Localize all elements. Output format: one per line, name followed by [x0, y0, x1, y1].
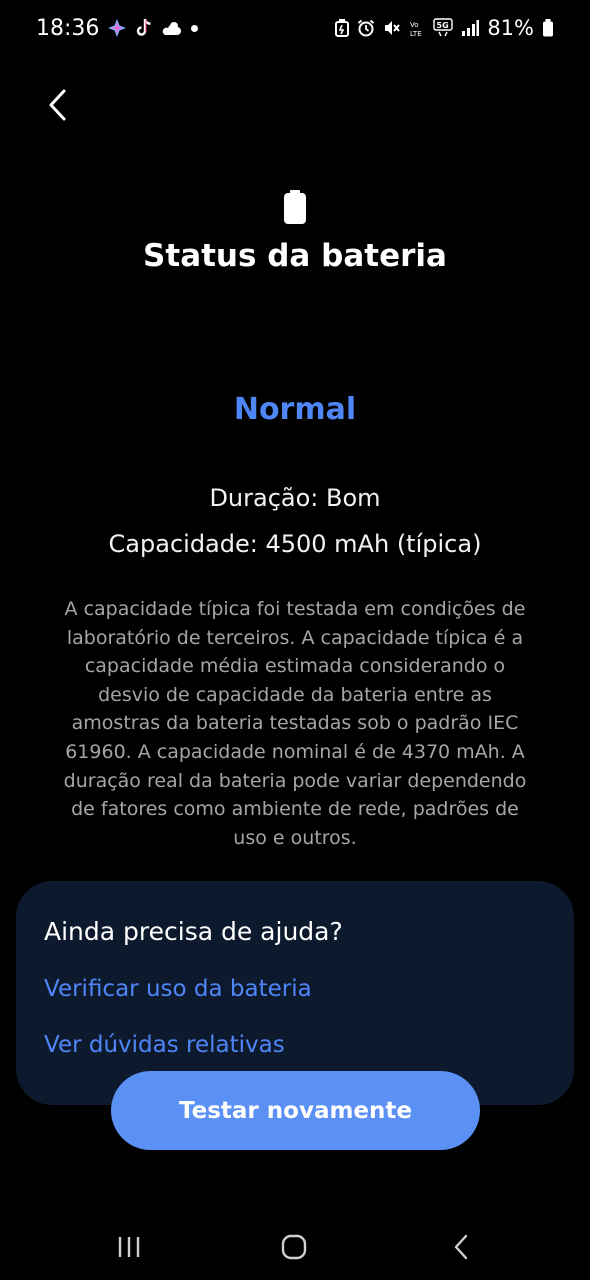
related-questions-link[interactable]: Ver dúvidas relativas	[44, 1032, 546, 1058]
sparkle-icon	[107, 18, 127, 38]
status-bar: 18:36 Vo LTE 5G 81%	[0, 0, 590, 56]
back-icon	[454, 1234, 468, 1260]
chevron-left-icon	[49, 89, 66, 121]
status-bar-left: 18:36	[36, 15, 199, 41]
battery-status-value: Normal	[233, 392, 357, 427]
battery-duration: Duração: Bom	[209, 484, 381, 512]
check-battery-usage-link[interactable]: Verificar uso da bateria	[44, 976, 546, 1002]
recent-apps-icon	[118, 1237, 140, 1257]
notification-dot-icon	[191, 24, 199, 32]
battery-capacity: Capacidade: 4500 mAh (típica)	[108, 530, 482, 558]
battery-percentage: 81%	[487, 16, 534, 40]
weather-icon	[161, 20, 183, 36]
help-title: Ainda precisa de ajuda?	[44, 917, 343, 946]
volte-icon: Vo LTE	[409, 19, 425, 37]
retest-button[interactable]: Testar novamente	[111, 1071, 480, 1150]
clock: 18:36	[36, 15, 100, 41]
battery-icon	[284, 190, 306, 224]
mute-icon	[383, 19, 401, 37]
tiktok-icon	[135, 18, 153, 38]
status-bar-right: Vo LTE 5G 81%	[335, 16, 554, 40]
home-icon	[281, 1234, 307, 1260]
nav-back-button[interactable]	[436, 1230, 486, 1264]
5g-icon: 5G	[433, 18, 454, 38]
recent-apps-button[interactable]	[104, 1230, 154, 1264]
capacity-description: A capacidade típica foi testada em condi…	[63, 598, 527, 849]
home-button[interactable]	[269, 1230, 319, 1264]
back-button[interactable]	[34, 82, 80, 128]
alarm-icon	[357, 19, 375, 37]
5g-label: 5G	[437, 21, 449, 30]
battery-saver-icon	[335, 19, 350, 37]
signal-icon	[461, 19, 480, 37]
svg-text:Vo: Vo	[410, 21, 419, 29]
battery-icon	[542, 19, 554, 37]
navigation-bar	[0, 1210, 590, 1280]
page-title: Status da bateria	[143, 238, 447, 274]
svg-text:LTE: LTE	[410, 30, 422, 37]
